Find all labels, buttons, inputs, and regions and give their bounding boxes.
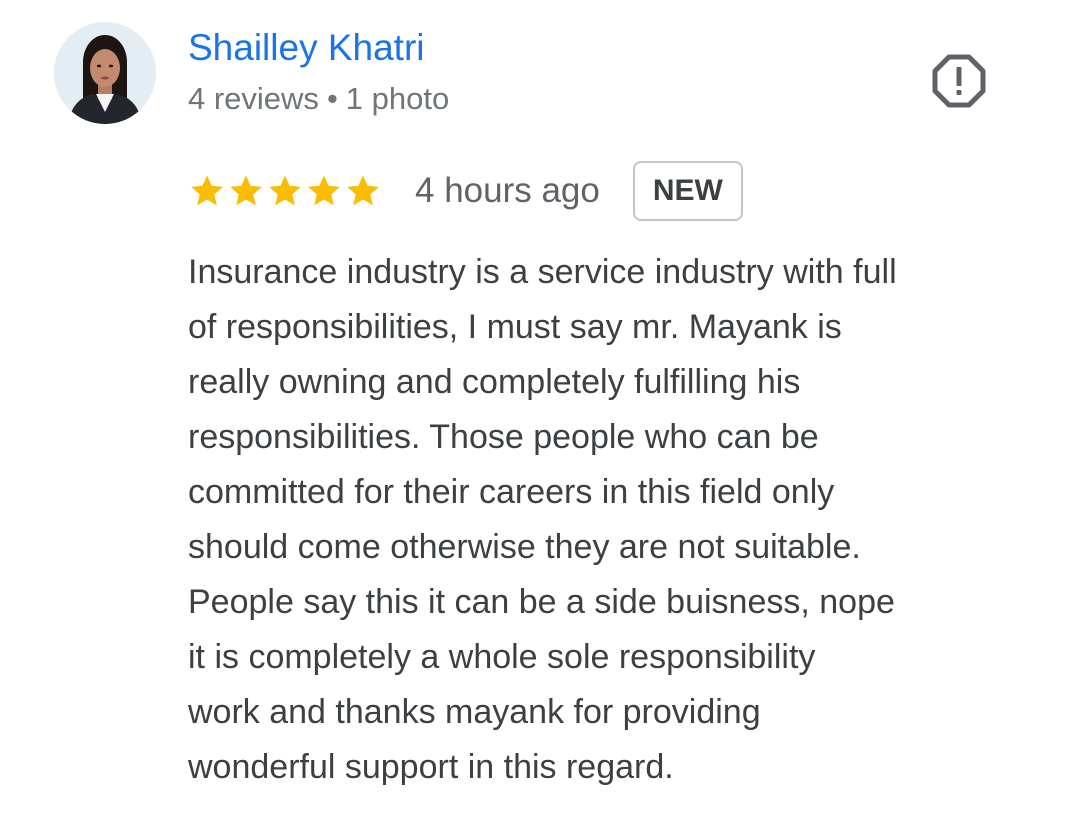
star-icon [269,175,301,206]
review-text-line: committed for their careers in this fiel… [188,473,835,511]
review-timestamp: 4 hours ago [415,171,600,210]
review-text-line: Insurance industry is a service industry… [188,253,897,291]
star-icon [347,175,379,206]
report-button[interactable] [930,52,988,110]
avatar-photo [54,22,156,124]
review-card: Shailley Khatri 4 reviews • 1 photo 4 hour… [0,0,1080,831]
star-icon [191,175,223,206]
star-icon [308,175,340,206]
photo-count: 1 photo [345,81,450,116]
review-text-line: should come otherwise they are not suita… [188,528,861,566]
review-text-line: really owning and completely fulfilling … [188,363,801,401]
review-text-line: it is completely a whole sole responsibi… [188,638,816,676]
review-text-line: People say this it can be a side buisnes… [188,583,895,621]
report-octagon-icon [932,54,986,108]
reviewer-meta: 4 reviews • 1 photo [188,79,449,119]
review-text-line: wonderful support in this regard. [188,748,674,786]
new-badge: NEW [632,161,743,221]
meta-separator: • [326,81,338,116]
rating-row: 4 hours ago NEW [188,159,743,223]
star-rating [188,172,382,210]
review-count: 4 reviews [188,81,319,116]
star-icon [230,175,262,206]
review-text-line: responsibilities. Those people who can b… [188,418,819,456]
reviewer-name-link[interactable]: Shailley Khatri [188,26,425,70]
review-text-line: work and thanks mayank for providing [188,693,761,731]
review-text-line: of responsibilities, I must say mr. Maya… [188,308,842,346]
reviewer-avatar[interactable] [54,22,156,124]
review-text: Insurance industry is a service industry… [188,245,1058,795]
